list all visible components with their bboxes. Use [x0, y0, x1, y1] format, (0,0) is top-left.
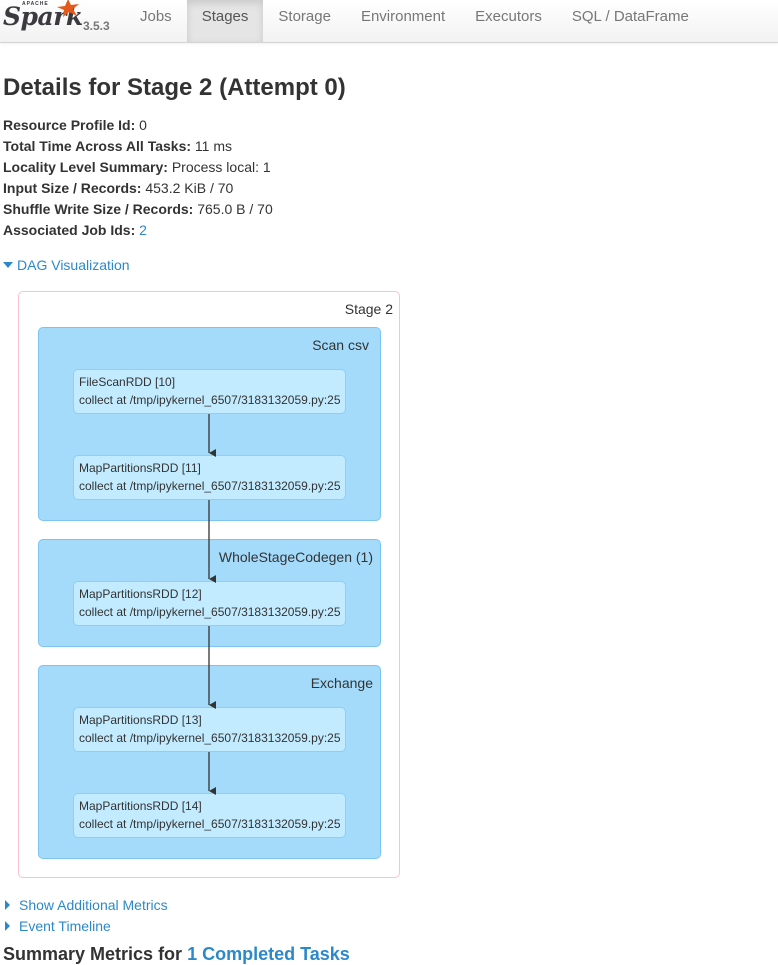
- event-timeline-toggle[interactable]: Event Timeline: [3, 918, 111, 934]
- collapsed-arrow-icon: [5, 900, 10, 910]
- collapsed-arrow-icon: [5, 921, 10, 931]
- summary-metrics-prefix: Summary Metrics for: [3, 944, 188, 964]
- show-additional-metrics-toggle[interactable]: Show Additional Metrics: [3, 897, 168, 913]
- summary-metrics-heading: Summary Metrics for 1 Completed Tasks: [3, 944, 350, 965]
- show-additional-metrics-label: Show Additional Metrics: [19, 897, 168, 913]
- dag-edges: [208, 414, 216, 795]
- completed-tasks-link[interactable]: 1 Completed Tasks: [187, 944, 350, 964]
- event-timeline-label: Event Timeline: [19, 918, 111, 934]
